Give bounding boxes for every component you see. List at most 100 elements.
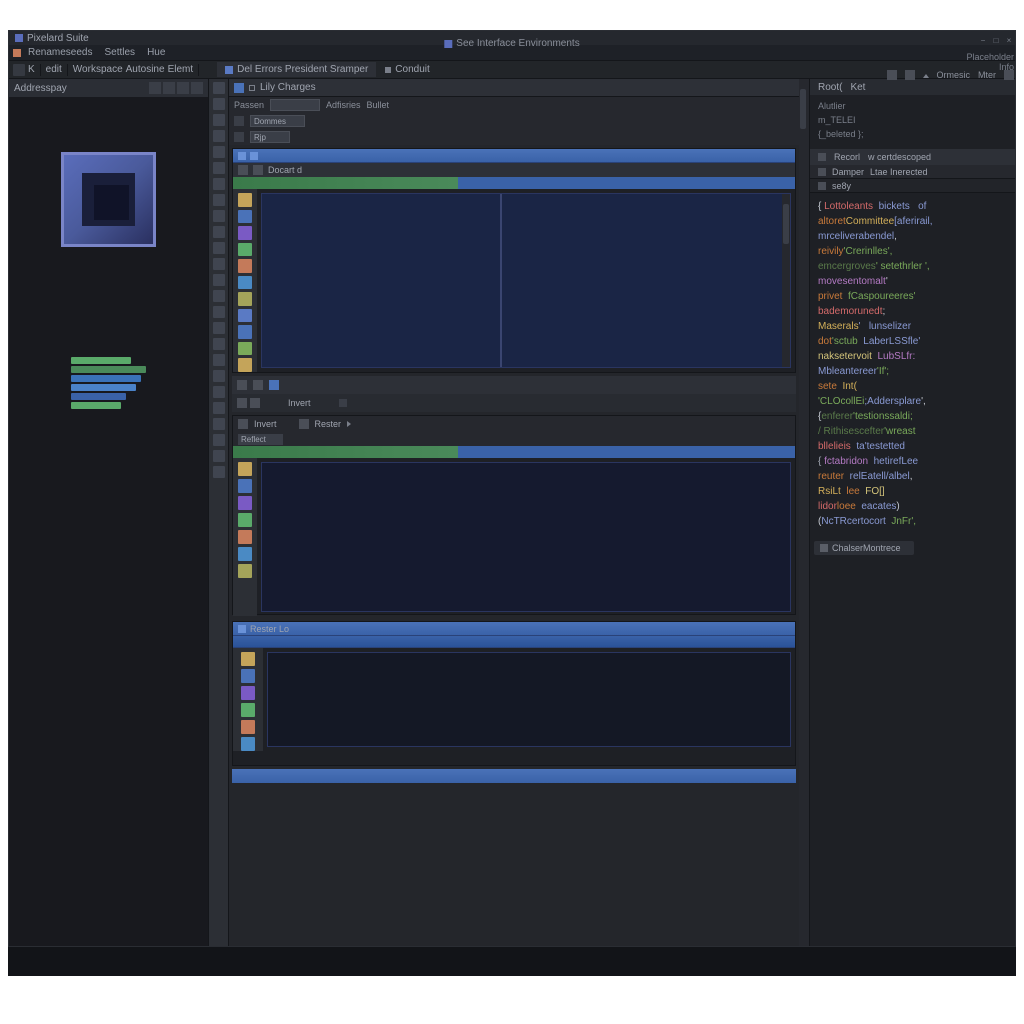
checkbox[interactable] — [234, 116, 244, 126]
expand-icon[interactable] — [249, 85, 255, 91]
gutter-icon[interactable] — [213, 98, 225, 110]
gutter-icon[interactable] — [213, 274, 225, 286]
gutter-icon[interactable] — [213, 146, 225, 158]
tab[interactable]: Root( — [818, 82, 842, 93]
strip-icon[interactable] — [238, 530, 252, 544]
chevron-down-icon[interactable] — [923, 72, 929, 78]
checkbox[interactable] — [234, 132, 244, 142]
strip-icon[interactable] — [238, 309, 252, 323]
gutter-icon[interactable] — [213, 194, 225, 206]
strip-icon[interactable] — [241, 737, 255, 751]
gutter-icon[interactable] — [213, 370, 225, 382]
gutter-icon[interactable] — [213, 162, 225, 174]
strip-icon[interactable] — [238, 259, 252, 273]
chevron-down-icon[interactable] — [339, 399, 347, 407]
minimize-button[interactable]: − — [978, 36, 988, 46]
text-input[interactable]: Reflect — [238, 434, 283, 445]
viewport[interactable] — [267, 652, 791, 747]
col-header[interactable]: Damper — [832, 167, 864, 177]
tool-label[interactable]: Workspace — [73, 64, 123, 75]
gutter-icon[interactable] — [213, 386, 225, 398]
strip-icon[interactable] — [238, 358, 252, 372]
gutter-icon[interactable] — [213, 418, 225, 430]
panel-titlebar[interactable]: Rester Lo — [233, 622, 795, 636]
gutter-icon[interactable] — [213, 354, 225, 366]
document-tab[interactable]: Conduit — [379, 62, 435, 77]
tool-icon[interactable] — [253, 165, 263, 175]
tool-icon[interactable] — [887, 70, 897, 80]
label[interactable]: Ormesic — [937, 70, 971, 80]
scrollbar[interactable] — [799, 79, 809, 975]
gutter-icon[interactable] — [213, 114, 225, 126]
tool-icon[interactable] — [237, 380, 247, 390]
gutter-icon[interactable] — [213, 226, 225, 238]
icon[interactable] — [238, 419, 248, 429]
viewport[interactable] — [261, 462, 791, 612]
strip-icon[interactable] — [238, 243, 252, 257]
maximize-button[interactable]: □ — [991, 36, 1001, 46]
status-tag[interactable]: ChalserMontrece — [814, 541, 914, 555]
text-input[interactable]: Dommes — [250, 115, 305, 127]
timeline-bar[interactable] — [233, 446, 795, 458]
strip-icon[interactable] — [238, 496, 252, 510]
gutter-icon[interactable] — [213, 434, 225, 446]
label[interactable]: Mter — [978, 70, 996, 80]
tool-label[interactable]: Autosine — [126, 64, 165, 75]
gutter-icon[interactable] — [213, 338, 225, 350]
code-editor[interactable]: { Lottoleants bickets ofaltoretCommittee… — [810, 193, 1015, 535]
menu-item[interactable]: Settles — [99, 46, 140, 59]
tool-icon[interactable] — [1004, 70, 1014, 80]
tab[interactable]: Ket — [850, 82, 865, 93]
tool-label[interactable]: Elemt — [168, 64, 194, 75]
strip-icon[interactable] — [241, 652, 255, 666]
tool-label[interactable]: edit — [46, 64, 62, 75]
tool-label[interactable]: K — [28, 64, 35, 75]
sidebar-button[interactable] — [191, 82, 203, 94]
tool-icon[interactable] — [905, 70, 915, 80]
strip-icon[interactable] — [238, 226, 252, 240]
strip-icon[interactable] — [238, 292, 252, 306]
tool-button[interactable] — [13, 64, 25, 76]
strip-icon[interactable] — [238, 564, 252, 578]
gutter-icon[interactable] — [213, 258, 225, 270]
sub-titlebar[interactable] — [233, 636, 795, 648]
strip-icon[interactable] — [238, 513, 252, 527]
sidebar-button[interactable] — [163, 82, 175, 94]
gutter-icon[interactable] — [213, 130, 225, 142]
gutter-icon[interactable] — [213, 210, 225, 222]
tab-label[interactable]: Lily Charges — [260, 82, 316, 93]
tool-icon[interactable] — [237, 398, 247, 408]
strip-icon[interactable] — [241, 703, 255, 717]
menu-item[interactable]: Renameseeds — [23, 46, 97, 59]
sidebar-button[interactable] — [149, 82, 161, 94]
strip-icon[interactable] — [238, 276, 252, 290]
text-input[interactable]: Rjp — [250, 131, 290, 143]
bottom-bar[interactable] — [232, 769, 796, 783]
strip-icon[interactable] — [238, 342, 252, 356]
subtab[interactable]: Recorl — [834, 152, 860, 162]
gutter-icon[interactable] — [213, 178, 225, 190]
timeline-bar[interactable] — [233, 177, 795, 189]
scrollbar[interactable] — [782, 194, 790, 367]
menu-item[interactable]: Hue — [142, 46, 170, 59]
gutter-icon[interactable] — [213, 450, 225, 462]
text-input[interactable] — [270, 99, 320, 111]
play-icon[interactable] — [347, 421, 353, 427]
gutter-icon[interactable] — [213, 242, 225, 254]
viewport[interactable] — [261, 193, 791, 368]
sidebar-button[interactable] — [177, 82, 189, 94]
strip-icon[interactable] — [238, 479, 252, 493]
layers-thumbnail[interactable] — [71, 357, 146, 412]
split-handle[interactable] — [500, 194, 502, 367]
subtab[interactable]: w certdescoped — [868, 152, 931, 162]
strip-icon[interactable] — [238, 325, 252, 339]
tool-icon[interactable] — [250, 398, 260, 408]
strip-icon[interactable] — [238, 210, 252, 224]
col-header[interactable]: Ltae Inerected — [870, 167, 928, 177]
document-tab[interactable]: Del Errors President Sramper — [217, 62, 376, 77]
close-button[interactable]: × — [1004, 36, 1014, 46]
panel-titlebar[interactable] — [233, 149, 795, 163]
gutter-icon[interactable] — [213, 322, 225, 334]
tool-icon[interactable] — [253, 380, 263, 390]
tool-icon[interactable] — [238, 165, 248, 175]
